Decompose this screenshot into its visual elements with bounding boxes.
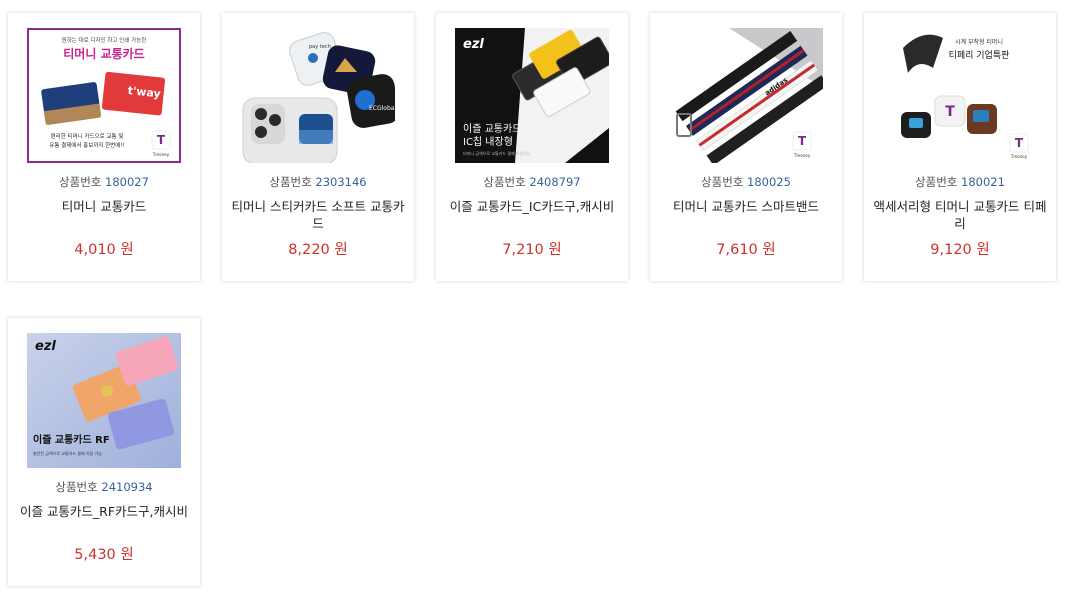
- ezl-logo: ezl: [463, 37, 484, 52]
- image-line: 충전된 금액으로 교통카드 결제 이용 가능: [33, 450, 102, 456]
- product-price: 7,210 원: [502, 242, 562, 258]
- image-title1: 이즐 교통카드: [463, 123, 521, 135]
- product-name[interactable]: 이즐 교통카드_IC카드구,캐시비: [444, 198, 620, 215]
- svg-text:T: T: [945, 104, 955, 120]
- product-card[interactable]: adidas T Tmoney 상품번호 180025 티머니 교통카드 스마트…: [650, 13, 842, 281]
- product-image[interactable]: adidas T Tmoney: [669, 28, 823, 163]
- product-price: 9,120 원: [930, 242, 990, 258]
- product-number: 상품번호 180025: [701, 175, 791, 189]
- image-title2: IC칩 내장형: [463, 136, 513, 148]
- image-title: 이즐 교통카드 RF: [33, 433, 110, 446]
- product-price: 7,610 원: [716, 242, 776, 258]
- product-name[interactable]: 티머니 교통카드: [16, 198, 192, 215]
- product-card[interactable]: 시계 부착형 티머니 티페리 기업특판 T T Tmoney 상품번호 1800…: [864, 13, 1056, 281]
- product-image[interactable]: 원하는 대로 디자인 하고 인쇄 가능한 티머니 교통카드 t'way 편리한 …: [27, 28, 181, 163]
- product-number: 상품번호 2408797: [483, 175, 581, 189]
- tmoney-logo: Tmoney: [793, 153, 811, 158]
- product-name[interactable]: 액세서리형 티머니 교통카드 티페리: [872, 198, 1048, 232]
- image-line1: 시계 부착형 티머니: [955, 38, 1003, 46]
- product-number: 상품번호 180021: [915, 175, 1005, 189]
- image-line: 티머니 금액으로 교통카드 결제 이용가능: [463, 150, 531, 156]
- image-line2: 편리한 티머니 카드으로 교통 및: [51, 132, 124, 140]
- product-name[interactable]: 티머니 교통카드 스마트밴드: [658, 198, 834, 215]
- svg-text:T: T: [157, 133, 166, 147]
- ezl-logo: ezl: [35, 339, 56, 354]
- product-price: 4,010 원: [74, 242, 134, 258]
- image-line3: 유통 결제에서 홍보까지 한번에!!: [49, 141, 124, 149]
- tmoney-logo: Tmoney: [152, 152, 170, 157]
- product-image[interactable]: ezl 이즐 교통카드 IC칩 내장형 티머니 금액으로 교통카드 결제 이용가…: [455, 28, 609, 163]
- product-name[interactable]: 이즐 교통카드_RF카드구,캐시비: [16, 503, 192, 520]
- product-number: 상품번호 180027: [59, 175, 149, 189]
- image-title: 티머니 교통카드: [63, 46, 144, 61]
- product-grid: 원하는 대로 디자인 하고 인쇄 가능한 티머니 교통카드 t'way 편리한 …: [0, 0, 1065, 603]
- product-card[interactable]: ezl 이즐 교통카드 RF 충전된 금액으로 교통카드 결제 이용 가능 상품…: [8, 318, 200, 586]
- product-image[interactable]: 시계 부착형 티머니 티페리 기업특판 T T Tmoney: [883, 28, 1037, 163]
- product-card[interactable]: pay tech ECGlobal 상품번호 2303146 티머니 스티커카드…: [222, 13, 414, 281]
- product-image[interactable]: ezl 이즐 교통카드 RF 충전된 금액으로 교통카드 결제 이용 가능: [27, 333, 181, 468]
- product-card[interactable]: 원하는 대로 디자인 하고 인쇄 가능한 티머니 교통카드 t'way 편리한 …: [8, 13, 200, 281]
- product-number: 상품번호 2303146: [269, 175, 367, 189]
- svg-text:T: T: [798, 134, 807, 148]
- product-price: 8,220 원: [288, 242, 348, 258]
- tmoney-logo: Tmoney: [1010, 154, 1028, 159]
- product-price: 5,430 원: [74, 547, 134, 563]
- image-line1: 원하는 대로 디자인 하고 인쇄 가능한: [62, 36, 147, 44]
- product-image[interactable]: pay tech ECGlobal: [241, 28, 395, 163]
- svg-text:T: T: [1015, 136, 1024, 150]
- image-title: 티페리 기업특판: [949, 50, 1010, 61]
- paytech-logo: pay tech: [309, 44, 331, 50]
- product-name[interactable]: 티머니 스티커카드 소프트 교통카드: [230, 198, 406, 232]
- product-card[interactable]: ezl 이즐 교통카드 IC칩 내장형 티머니 금액으로 교통카드 결제 이용가…: [436, 13, 628, 281]
- product-number: 상품번호 2410934: [55, 480, 153, 494]
- svg-text:ECGlobal: ECGlobal: [369, 105, 395, 112]
